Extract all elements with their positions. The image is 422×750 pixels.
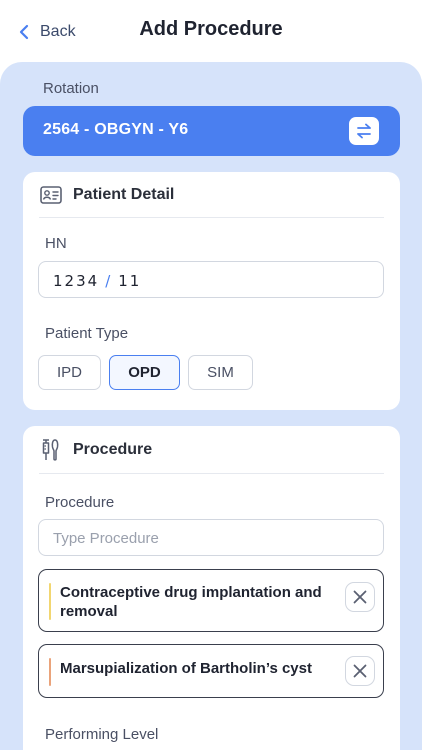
patient-detail-title: Patient Detail [73, 185, 175, 203]
rotation-label: Rotation [43, 80, 99, 97]
hn-suffix: 11 [118, 272, 142, 290]
patient-type-ipd[interactable]: IPD [38, 355, 101, 390]
remove-procedure-button[interactable] [345, 582, 375, 612]
performing-level-label: Performing Level [45, 726, 159, 743]
procedure-item-line1: Contraceptive drug implantation and [60, 584, 322, 601]
close-icon [353, 590, 367, 604]
switch-rotation-button[interactable] [349, 117, 379, 145]
patient-type-label: Patient Type [45, 325, 129, 342]
procedure-item-text: Contraceptive drug implantation and remo… [60, 583, 330, 621]
procedure-field-label: Procedure [45, 494, 115, 511]
rotation-value: 2564 - OBGYN - Y6 [43, 121, 189, 138]
patient-detail-header: Patient Detail [39, 172, 384, 218]
procedure-placeholder: Type Procedure [53, 530, 159, 547]
page-title: Add Procedure [139, 18, 283, 40]
procedure-item: Marsupialization of Bartholin’s cyst [38, 644, 384, 698]
procedure-accent-bar [49, 658, 51, 686]
procedure-item: Contraceptive drug implantation and remo… [38, 569, 384, 632]
hn-input[interactable]: 1234 / 11 [38, 261, 384, 298]
hn-label: HN [45, 235, 67, 252]
medical-tools-icon [39, 438, 63, 462]
patient-type-opd[interactable]: OPD [109, 355, 180, 390]
remove-procedure-button[interactable] [345, 656, 375, 686]
procedure-header: Procedure [39, 426, 384, 474]
procedure-search-input[interactable]: Type Procedure [38, 519, 384, 556]
close-icon [353, 664, 367, 678]
rotation-selector[interactable]: 2564 - OBGYN - Y6 [23, 106, 400, 156]
patient-type-sim[interactable]: SIM [188, 355, 253, 390]
hn-value: 1234 / 11 [53, 272, 141, 290]
hn-number: 1234 [53, 272, 100, 290]
swap-arrows-icon [357, 123, 371, 139]
procedure-item-line2: removal [60, 603, 118, 620]
procedure-title: Procedure [73, 440, 153, 458]
procedure-item-text: Marsupialization of Bartholin’s cyst [60, 660, 312, 677]
top-bar: Back Add Procedure [0, 0, 422, 62]
hn-separator: / [105, 272, 113, 290]
id-card-icon [39, 183, 63, 207]
procedure-accent-bar [49, 583, 51, 620]
